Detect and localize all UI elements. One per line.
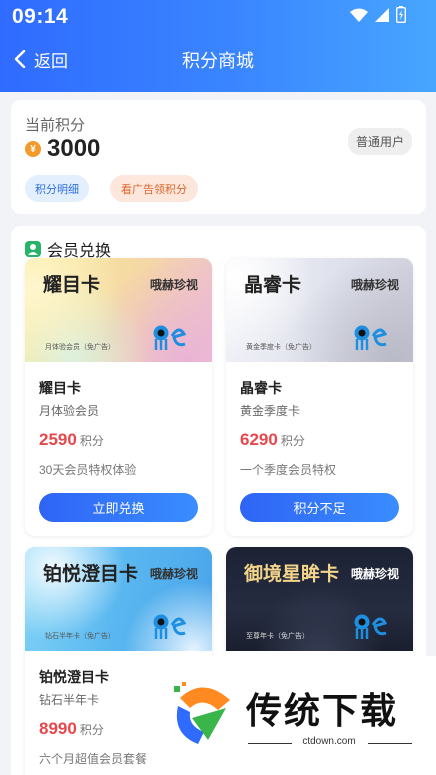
- points-detail-button[interactable]: 积分明细: [25, 175, 89, 202]
- card-image-subtitle: 月体验会员（免广告）: [45, 344, 115, 351]
- price-value: 8990: [39, 719, 77, 738]
- card-image: 耀目卡 哦赫珍视 月体验会员（免广告）: [25, 258, 212, 362]
- coin-icon: ¥: [25, 141, 41, 157]
- card-image-title: 铂悦澄目卡: [43, 564, 139, 585]
- watch-ad-button[interactable]: 看广告领积分: [110, 175, 198, 202]
- card-image: 晶睿卡 哦赫珍视 黄金季度卡（免广告）: [226, 258, 413, 362]
- price-unit: 积分: [280, 434, 305, 448]
- top-bar: 09:14 返回 积分商城: [0, 0, 436, 92]
- watermark-overlay: 传统下载 ctdown.com: [162, 656, 436, 775]
- wifi-icon: [350, 8, 368, 22]
- card-image-brand: 哦赫珍视: [149, 278, 198, 292]
- price-value: 2590: [39, 430, 77, 449]
- user-level-badge: 普通用户: [347, 128, 412, 155]
- status-icons: [350, 6, 406, 23]
- card-image-subtitle: 黄金季度卡（免广告）: [246, 344, 316, 351]
- card-image-brand: 哦赫珍视: [350, 278, 399, 292]
- page-title: 积分商城: [182, 51, 254, 71]
- card-name: 耀目卡: [39, 380, 81, 396]
- card-description: 30天会员特权体验: [39, 463, 137, 477]
- price-unit: 积分: [79, 723, 104, 737]
- card-type: 月体验会员: [39, 404, 100, 418]
- insufficient-points-button[interactable]: 积分不足: [240, 493, 399, 522]
- card-price: 2590 积分: [39, 430, 198, 450]
- points-value: 3000: [47, 135, 101, 162]
- card-description: 一个季度会员特权: [240, 463, 337, 477]
- battery-icon: [396, 6, 406, 23]
- price-value: 6290: [240, 430, 278, 449]
- card-name: 晶睿卡: [240, 380, 282, 396]
- card-price: 6290 积分: [240, 430, 399, 450]
- status-time: 09:14: [12, 5, 69, 28]
- card-image-title: 御境星眸卡: [244, 564, 340, 585]
- price-unit: 积分: [79, 434, 104, 448]
- card-image: 铂悦澄目卡 哦赫珍视 钻石半年卡（免广告）: [25, 547, 212, 651]
- card-image-title: 晶睿卡: [244, 275, 302, 296]
- watermark-logo-icon: [174, 682, 230, 744]
- points-row: ¥ 3000: [25, 135, 100, 163]
- points-card: 当前积分 ¥ 3000 普通用户 积分明细 看广告领积分: [11, 100, 426, 214]
- card-image-title: 耀目卡: [43, 275, 101, 296]
- signal-icon: [375, 7, 389, 22]
- watermark-url: ctdown.com: [302, 736, 356, 747]
- member-card-2[interactable]: 晶睿卡 哦赫珍视 黄金季度卡（免广告） 晶睿卡 黄金季度卡 6290 积分 一个…: [226, 258, 413, 536]
- exchange-icon: [25, 241, 41, 257]
- eye-logo-icon: [153, 325, 186, 350]
- points-label: 当前积分: [25, 117, 86, 134]
- card-image-brand: 哦赫珍视: [350, 567, 399, 581]
- eye-logo-icon: [354, 325, 387, 350]
- card-type: 黄金季度卡: [240, 404, 301, 418]
- watermark-text: 传统下载: [246, 690, 399, 731]
- card-image: 御境星眸卡 哦赫珍视 至尊年卡（免广告）: [226, 547, 413, 651]
- card-image-brand: 哦赫珍视: [149, 567, 198, 581]
- member-card-1[interactable]: 耀目卡 哦赫珍视 月体验会员（免广告） 耀目卡 月体验会员 2590 积分 30…: [25, 258, 212, 536]
- redeem-button[interactable]: 立即兑换: [39, 493, 198, 522]
- eye-logo-icon: [354, 614, 387, 639]
- card-image-subtitle: 钻石半年卡（免广告）: [45, 633, 115, 640]
- eye-logo-icon: [153, 614, 186, 639]
- watermark-divider-right: [368, 743, 412, 744]
- card-image-subtitle: 至尊年卡（免广告）: [246, 633, 309, 640]
